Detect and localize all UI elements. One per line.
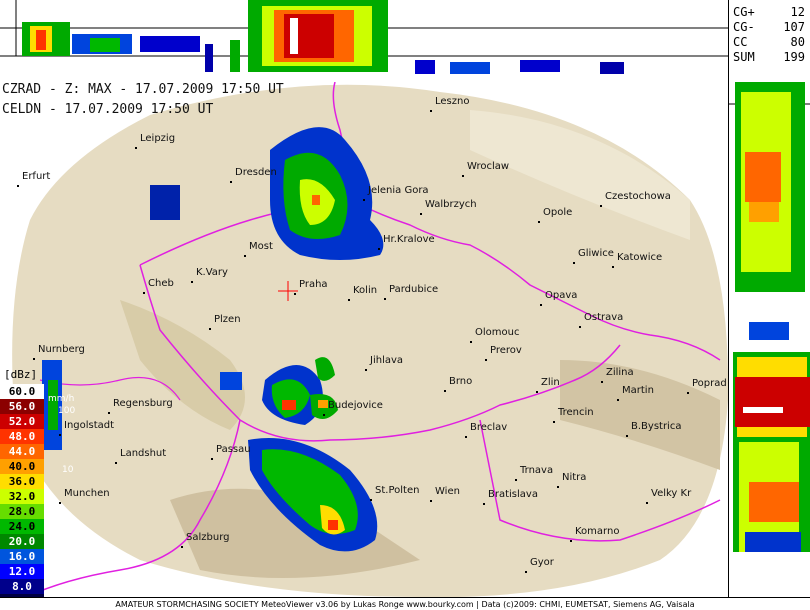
side-max-projection	[728, 82, 810, 597]
rain-tick-1: 1	[70, 526, 76, 536]
rain-tick-10: 10	[62, 465, 74, 475]
city-dot	[135, 147, 137, 149]
city-dot	[570, 540, 572, 542]
legend-entry: 28.0	[0, 504, 44, 519]
city-dot	[579, 326, 581, 328]
city-dot	[525, 571, 527, 573]
city-dot	[470, 341, 472, 343]
stat-cg-plus: CG+ 12	[733, 5, 805, 19]
city-dot	[557, 486, 559, 488]
city-dot	[540, 304, 542, 306]
legend-entry: 32.0	[0, 489, 44, 504]
rain-unit-label: mm/h	[48, 394, 75, 404]
city-dot	[626, 435, 628, 437]
city-dot	[230, 181, 232, 183]
city-dot	[294, 293, 296, 295]
legend-entry: 40.0	[0, 459, 44, 474]
stat-cc: CC 80	[733, 35, 805, 49]
city-dot	[59, 434, 61, 436]
city-dot	[59, 502, 61, 504]
city-dot	[143, 292, 145, 294]
city-dot	[420, 213, 422, 215]
legend-entry: 60.0	[0, 384, 44, 399]
city-dot	[211, 458, 213, 460]
city-dot	[483, 503, 485, 505]
city-dot	[108, 412, 110, 414]
city-dot	[465, 436, 467, 438]
lightning-stats: CG+ 12 CG- 107 CC 80 SUM 199	[728, 0, 810, 83]
legend-entry: 52.0	[0, 414, 44, 429]
city-dot	[33, 358, 35, 360]
city-dot	[209, 328, 211, 330]
legend-entry: 20.0	[0, 534, 44, 549]
city-dot	[536, 391, 538, 393]
city-dot	[363, 199, 365, 201]
city-dot	[515, 479, 517, 481]
legend-entry: 56.0	[0, 399, 44, 414]
city-dot	[444, 390, 446, 392]
city-dot	[538, 221, 540, 223]
rain-tick-0-1: 0.1	[58, 586, 73, 596]
city-dot	[573, 262, 575, 264]
city-dot	[462, 175, 464, 177]
city-dot	[600, 205, 602, 207]
legend-entry: 12.0	[0, 564, 44, 579]
city-dot	[430, 110, 432, 112]
city-dot	[365, 369, 367, 371]
city-dot	[378, 248, 380, 250]
top-max-projection	[0, 0, 728, 83]
radar-map	[0, 82, 728, 597]
legend-entry: 8.0	[0, 579, 44, 594]
city-dot	[612, 266, 614, 268]
city-dot	[115, 462, 117, 464]
city-dot	[384, 298, 386, 300]
legend-entry: 36.0	[0, 474, 44, 489]
city-dot	[17, 185, 19, 187]
city-dot	[323, 414, 325, 416]
city-dot	[370, 499, 372, 501]
radar-viewer: { "header": { "radar_line": "CZRAD - Z: …	[0, 0, 810, 610]
city-dot	[244, 255, 246, 257]
legend-entry: 48.0	[0, 429, 44, 444]
legend-title: [dBz]	[4, 368, 38, 381]
stat-cg-minus: CG- 107	[733, 20, 805, 34]
city-dot	[601, 381, 603, 383]
city-dot	[553, 421, 555, 423]
credits-footer: AMATEUR STORMCHASING SOCIETY MeteoViewer…	[0, 597, 810, 610]
stat-sum: SUM 199	[733, 50, 805, 64]
lightning-product-title: CELDN - 17.07.2009 17:50 UT	[2, 102, 214, 117]
radar-product-title: CZRAD - Z: MAX - 17.07.2009 17:50 UT	[2, 82, 284, 97]
city-dot	[191, 281, 193, 283]
city-dot	[687, 392, 689, 394]
legend-entry: 44.0	[0, 444, 44, 459]
dbz-legend: [dBz] 60.0 56.0 52.0 48.0 44.0 40.0 36.0 32.0 28…	[0, 368, 76, 609]
city-dot	[181, 546, 183, 548]
legend-entry: 24.0	[0, 519, 44, 534]
legend-entry: 16.0	[0, 549, 44, 564]
city-dot	[646, 502, 648, 504]
city-dot	[485, 359, 487, 361]
city-dot	[348, 299, 350, 301]
city-dot	[617, 399, 619, 401]
city-dot	[430, 500, 432, 502]
rain-tick-100: 100	[58, 406, 76, 416]
